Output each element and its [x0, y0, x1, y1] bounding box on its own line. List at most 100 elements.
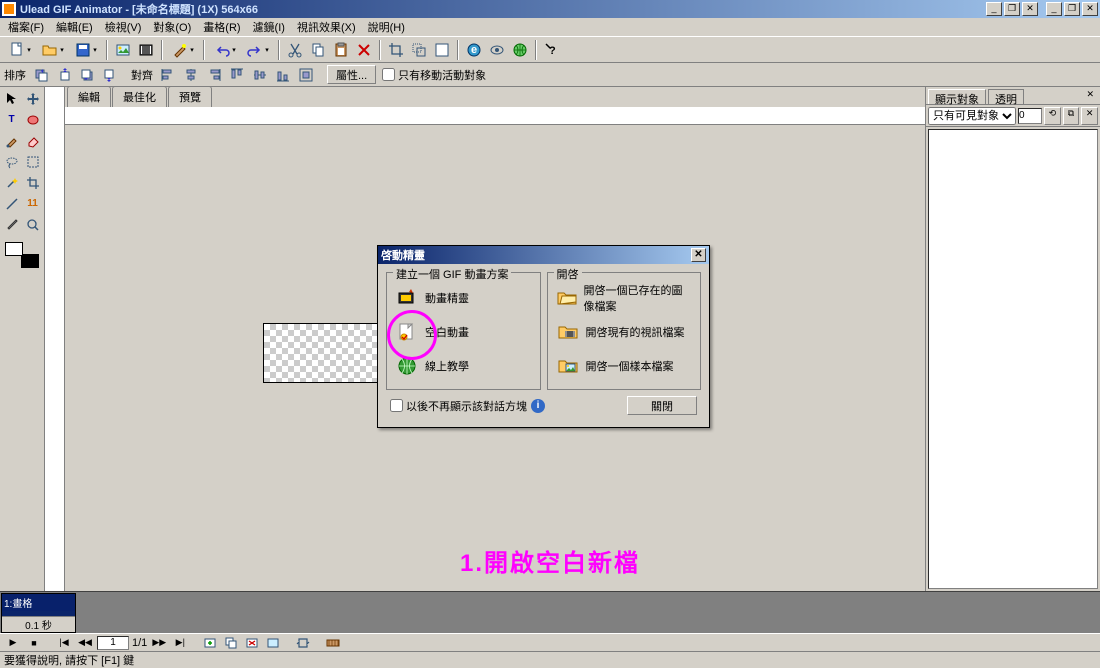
- align-bottom-button[interactable]: [272, 64, 294, 86]
- object-filter-select[interactable]: 只有可見對象: [928, 107, 1016, 125]
- prev-frame-button[interactable]: ◀◀: [76, 635, 94, 651]
- align-top-button[interactable]: [226, 64, 248, 86]
- text-tool[interactable]: T: [2, 110, 21, 129]
- restore-button[interactable]: ❐: [1004, 2, 1020, 16]
- loop-button[interactable]: [294, 635, 312, 651]
- stop-button[interactable]: ■: [25, 635, 43, 651]
- align-left-button[interactable]: [157, 64, 179, 86]
- dont-show-again-label: 以後不再顯示該對話方塊: [390, 398, 527, 414]
- object-list[interactable]: [928, 129, 1098, 589]
- tab-optimize[interactable]: 最佳化: [112, 86, 167, 107]
- panel-tab-transparent[interactable]: 透明: [988, 89, 1024, 104]
- frame-props-button[interactable]: [264, 635, 282, 651]
- tab-preview[interactable]: 預覽: [168, 86, 212, 107]
- color-swatch[interactable]: [5, 242, 39, 268]
- menu-view[interactable]: 檢視(V): [99, 18, 148, 36]
- import-image-button[interactable]: [112, 39, 134, 61]
- redo-button[interactable]: [242, 39, 274, 61]
- resize-button[interactable]: [408, 39, 430, 61]
- zoom-tool[interactable]: [23, 215, 42, 234]
- save-button[interactable]: [70, 39, 102, 61]
- blank-animation-option[interactable]: 空白動畫: [393, 315, 534, 349]
- del-frame-button[interactable]: [243, 635, 261, 651]
- undo-button[interactable]: [209, 39, 241, 61]
- align-middle-button[interactable]: [249, 64, 271, 86]
- shape-tool[interactable]: [23, 110, 42, 129]
- dialog-close-button[interactable]: 關閉: [627, 396, 697, 415]
- marquee-tool[interactable]: [23, 152, 42, 171]
- info-icon[interactable]: i: [531, 399, 545, 413]
- menu-object[interactable]: 對象(O): [147, 18, 197, 36]
- align-right-button[interactable]: [203, 64, 225, 86]
- copy-button[interactable]: [307, 39, 329, 61]
- tab-edit[interactable]: 編輯: [67, 86, 111, 107]
- mdi-close-button[interactable]: ✕: [1082, 2, 1098, 16]
- panel-close-button[interactable]: ✕: [1082, 89, 1098, 104]
- eyedropper-tool[interactable]: [2, 215, 21, 234]
- arrange-toolbar: 排序 對齊 屬性... 只有移動活動對象: [0, 63, 1100, 87]
- center-canvas-button[interactable]: [295, 64, 317, 86]
- eraser-tool[interactable]: [23, 131, 42, 150]
- wizard-button[interactable]: [167, 39, 199, 61]
- align-center-button[interactable]: [180, 64, 202, 86]
- menu-frame[interactable]: 畫格(R): [197, 18, 246, 36]
- import-video-button[interactable]: [135, 39, 157, 61]
- line-tool[interactable]: [2, 194, 21, 213]
- move-active-only-checkbox[interactable]: [382, 68, 395, 81]
- preview-button[interactable]: [486, 39, 508, 61]
- menu-edit[interactable]: 編輯(E): [50, 18, 99, 36]
- delete-button[interactable]: [353, 39, 375, 61]
- panel-btn-1[interactable]: ⟲: [1044, 107, 1061, 125]
- send-back-button[interactable]: [99, 64, 121, 86]
- close-button[interactable]: ✕: [1022, 2, 1038, 16]
- open-video-option[interactable]: 開啓現有的視訊檔案: [554, 315, 695, 349]
- dont-show-again-checkbox[interactable]: [390, 399, 403, 412]
- play-button[interactable]: ▶: [4, 635, 22, 651]
- dialog-close-icon[interactable]: ✕: [691, 248, 706, 262]
- current-frame-input[interactable]: [97, 636, 129, 650]
- next-frame-button[interactable]: ▶▶: [150, 635, 168, 651]
- new-button[interactable]: [4, 39, 36, 61]
- crop-tool[interactable]: [23, 173, 42, 192]
- canvas[interactable]: [263, 323, 379, 383]
- panel-tab-objects[interactable]: 顯示對象: [928, 89, 986, 104]
- open-image-option[interactable]: 開啓一個已存在的圖像檔案: [554, 281, 695, 315]
- dup-frame-button[interactable]: [222, 635, 240, 651]
- brush-tool[interactable]: [2, 131, 21, 150]
- panel-btn-2[interactable]: ⧉: [1063, 107, 1080, 125]
- open-sample-option[interactable]: 開啓一個樣本檔案: [554, 349, 695, 383]
- preview-ie-button[interactable]: e: [463, 39, 485, 61]
- mdi-restore-button[interactable]: ❐: [1064, 2, 1080, 16]
- help-button[interactable]: ?: [541, 39, 563, 61]
- frame-thumb-1[interactable]: 1:畫格 0.1 秒: [1, 593, 76, 633]
- pointer-tool[interactable]: [2, 89, 21, 108]
- sort-label: 排序: [4, 67, 26, 83]
- mdi-minimize-button[interactable]: _: [1046, 2, 1062, 16]
- add-frame-button[interactable]: [201, 635, 219, 651]
- crop-button[interactable]: [385, 39, 407, 61]
- last-frame-button[interactable]: ▶|: [171, 635, 189, 651]
- menu-video[interactable]: 視訊效果(X): [291, 18, 362, 36]
- menu-help[interactable]: 說明(H): [362, 18, 411, 36]
- lasso-tool[interactable]: [2, 152, 21, 171]
- canvas-button[interactable]: [431, 39, 453, 61]
- paste-button[interactable]: [330, 39, 352, 61]
- move-tool[interactable]: [23, 89, 42, 108]
- properties-button[interactable]: 屬性...: [327, 65, 376, 84]
- timeline-button[interactable]: [324, 635, 342, 651]
- first-frame-button[interactable]: |◀: [55, 635, 73, 651]
- bring-forward-button[interactable]: [30, 64, 52, 86]
- opacity-input[interactable]: [1018, 108, 1042, 124]
- wand-tool[interactable]: [2, 173, 21, 192]
- web-button[interactable]: [509, 39, 531, 61]
- bring-front-button[interactable]: [53, 64, 75, 86]
- open-button[interactable]: [37, 39, 69, 61]
- cut-button[interactable]: [284, 39, 306, 61]
- guides-tool[interactable]: 11: [23, 194, 42, 213]
- menu-file[interactable]: 檔案(F): [2, 18, 50, 36]
- menu-filter[interactable]: 濾鏡(I): [247, 18, 291, 36]
- minimize-button[interactable]: _: [986, 2, 1002, 16]
- svg-text:?: ?: [549, 45, 556, 57]
- send-backward-button[interactable]: [76, 64, 98, 86]
- panel-btn-3[interactable]: ✕: [1081, 107, 1098, 125]
